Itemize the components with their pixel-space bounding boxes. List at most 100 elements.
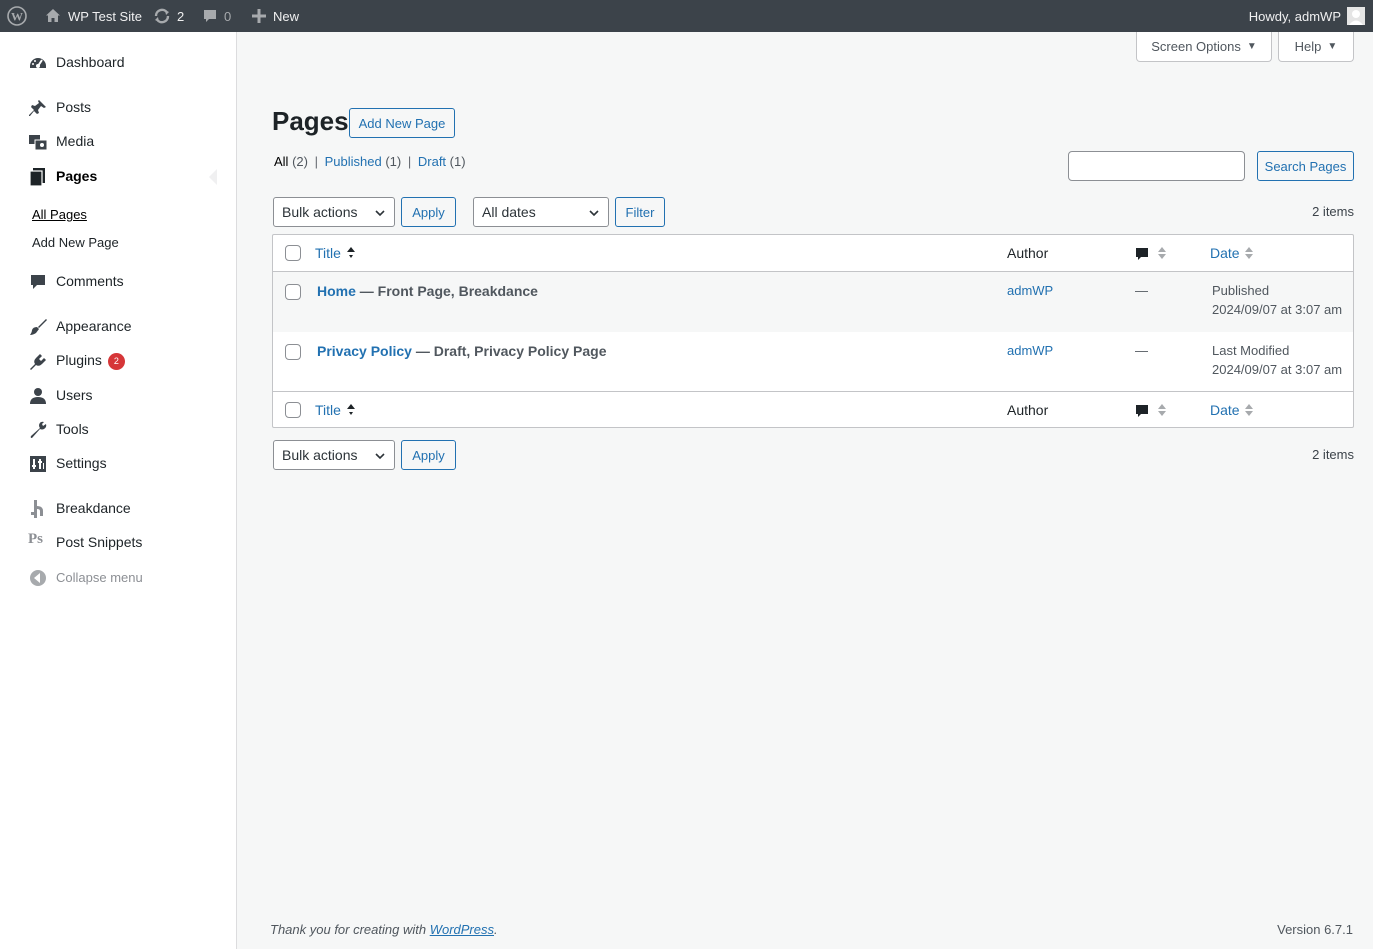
sort-indicator-icon	[1157, 402, 1167, 418]
menu-post-snippets[interactable]: Ps Post Snippets	[0, 525, 237, 559]
media-icon	[28, 132, 48, 152]
wordpress-link[interactable]: WordPress	[430, 922, 494, 937]
bulk-actions-select[interactable]: Bulk actions	[273, 197, 395, 227]
filter-published[interactable]: Published (1)	[325, 154, 402, 169]
version-text: Version 6.7.1	[1277, 922, 1353, 937]
comment-icon	[1136, 248, 1148, 260]
filter-all[interactable]: All (2)	[274, 154, 308, 169]
title-column-sort[interactable]: Title	[315, 402, 341, 418]
footer-thanks: Thank you for creating with WordPress.	[270, 922, 498, 937]
date-cell: Last Modified 2024/09/07 at 3:07 am	[1212, 343, 1343, 377]
wrench-icon	[28, 420, 48, 440]
status-filter-links: All (2) | Published (1) | Draft (1)	[274, 154, 466, 169]
select-all-checkbox[interactable]	[285, 402, 301, 418]
menu-dashboard[interactable]: Dashboard	[0, 45, 237, 79]
menu-media[interactable]: Media	[0, 124, 237, 158]
apply-button-bottom[interactable]: Apply	[401, 440, 456, 470]
date-column-sort[interactable]: Date	[1210, 402, 1240, 418]
page-title-link[interactable]: Home	[317, 283, 356, 299]
sort-indicator-icon	[1157, 245, 1167, 261]
comment-count: —	[1135, 283, 1148, 298]
apply-button[interactable]: Apply	[401, 197, 456, 227]
menu-posts[interactable]: Posts	[0, 90, 237, 124]
menu-pages[interactable]: Pages	[0, 159, 237, 193]
comments-column-sort[interactable]	[1134, 246, 1150, 262]
updates-link[interactable]: 2	[153, 0, 184, 32]
chevron-down-icon	[374, 207, 386, 219]
wordpress-logo-icon[interactable]: W	[7, 0, 27, 32]
date-cell: Published 2024/09/07 at 3:07 am	[1212, 283, 1343, 317]
table-footer: Title Author Date	[273, 391, 1353, 428]
menu-settings[interactable]: Settings	[0, 446, 237, 480]
row-checkbox[interactable]	[285, 344, 301, 360]
comments-link[interactable]: 0	[202, 0, 231, 32]
menu-plugins[interactable]: Plugins 2	[0, 344, 237, 378]
table-header: Title Author Date	[273, 235, 1353, 272]
plus-icon	[251, 8, 267, 24]
caret-down-icon: ▼	[1246, 41, 1257, 52]
comment-icon	[202, 8, 218, 24]
row-checkbox[interactable]	[285, 284, 301, 300]
pages-table: Title Author Date Home — Front Page, Bre…	[272, 234, 1354, 428]
bulk-actions-select-bottom[interactable]: Bulk actions	[273, 440, 395, 470]
date-column-sort[interactable]: Date	[1210, 245, 1240, 261]
author-column-header: Author	[1007, 402, 1049, 418]
caret-down-icon: ▼	[1327, 41, 1338, 52]
svg-text:W: W	[11, 10, 23, 24]
comment-icon	[28, 272, 48, 292]
search-pages-button[interactable]: Search Pages	[1257, 151, 1354, 181]
collapse-menu-button[interactable]: Collapse menu	[0, 560, 237, 594]
author-link[interactable]: admWP	[1007, 283, 1053, 298]
settings-icon	[28, 454, 48, 474]
ps-icon: Ps	[28, 531, 43, 547]
search-input[interactable]	[1068, 151, 1245, 181]
table-row: Privacy Policy — Draft, Privacy Policy P…	[273, 332, 1353, 392]
table-row: Home — Front Page, Breakdance admWP — Pu…	[273, 272, 1353, 332]
date-filter-select[interactable]: All dates	[473, 197, 609, 227]
home-icon	[44, 7, 62, 25]
page-title-link[interactable]: Privacy Policy	[317, 343, 412, 359]
sort-indicator-icon	[1244, 245, 1254, 261]
breakdance-icon	[28, 499, 48, 519]
menu-tools[interactable]: Tools	[0, 412, 237, 446]
comment-icon	[1136, 405, 1148, 417]
pin-icon	[28, 98, 48, 118]
post-state: — Front Page, Breakdance	[355, 283, 538, 299]
title-column-sort[interactable]: Title	[315, 245, 341, 261]
sort-ascending-icon	[346, 245, 356, 261]
menu-appearance[interactable]: Appearance	[0, 309, 237, 343]
plugin-icon	[28, 352, 48, 372]
sort-ascending-icon	[346, 402, 356, 418]
collapse-icon	[28, 568, 48, 588]
site-name-link[interactable]: WP Test Site	[44, 0, 142, 32]
screen-options-button[interactable]: Screen Options ▼	[1136, 32, 1272, 62]
chevron-down-icon	[588, 207, 600, 219]
comments-column-sort[interactable]	[1134, 403, 1150, 419]
menu-users[interactable]: Users	[0, 378, 237, 412]
help-button[interactable]: Help ▼	[1278, 32, 1354, 62]
items-count: 2 items	[1312, 204, 1354, 219]
author-column-header: Author	[1007, 245, 1049, 261]
add-new-page-button[interactable]: Add New Page	[349, 108, 455, 138]
sort-indicator-icon	[1244, 402, 1254, 418]
filter-draft[interactable]: Draft (1)	[418, 154, 466, 169]
author-link[interactable]: admWP	[1007, 343, 1053, 358]
submenu-all-pages[interactable]: All Pages	[32, 207, 87, 222]
brush-icon	[28, 317, 48, 337]
admin-menu: Dashboard Posts Media Pages All Pages Ad…	[0, 32, 237, 949]
menu-breakdance[interactable]: Breakdance	[0, 491, 237, 525]
user-icon	[28, 386, 48, 406]
new-content-link[interactable]: New	[251, 0, 299, 32]
chevron-down-icon	[374, 450, 386, 462]
my-account-link[interactable]: Howdy, admWP	[1249, 0, 1365, 32]
current-menu-pointer	[209, 169, 217, 185]
select-all-checkbox[interactable]	[285, 245, 301, 261]
admin-bar: W WP Test Site 2 0 New Howdy, admWP	[0, 0, 1373, 32]
plugins-update-badge: 2	[107, 352, 125, 370]
pages-icon	[28, 167, 48, 187]
menu-comments[interactable]: Comments	[0, 264, 237, 298]
filter-button[interactable]: Filter	[615, 197, 665, 227]
comment-count: —	[1135, 343, 1148, 358]
avatar	[1347, 7, 1365, 25]
submenu-add-new-page[interactable]: Add New Page	[32, 235, 119, 250]
